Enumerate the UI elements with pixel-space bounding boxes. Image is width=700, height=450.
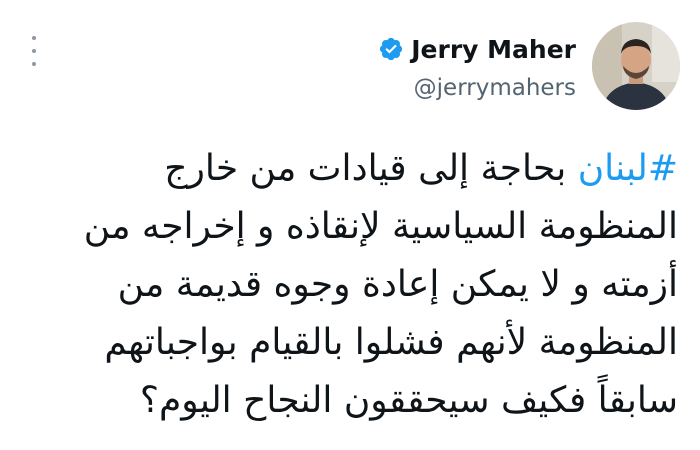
more-dot xyxy=(32,49,36,53)
tweet-line-2: المنظومة السياسية لإنقاذه و إخراجه من xyxy=(83,206,678,247)
more-dot xyxy=(32,62,36,66)
hashtag-link[interactable]: #لبنان xyxy=(578,148,678,189)
avatar[interactable] xyxy=(592,22,680,110)
more-dot xyxy=(32,36,36,40)
tweet-text: #لبنان بحاجة إلى قيادات من خارج المنظومة… xyxy=(78,140,678,430)
tweet-line-1: #لبنان بحاجة إلى قيادات من خارج xyxy=(78,140,678,198)
tweet-line-3: أزمته و لا يمكن إعادة وجوه قديمة من xyxy=(117,264,678,305)
author-info: Jerry Maher @jerrymahers xyxy=(378,31,576,101)
profile-photo-icon xyxy=(592,22,680,110)
tweet-line-text: بحاجة إلى قيادات من خارج xyxy=(164,148,578,189)
tweet-line-5: سابقاً فكيف سيحققون النجاح اليوم؟ xyxy=(139,380,678,421)
verified-badge-icon xyxy=(380,37,403,61)
author-handle[interactable]: @jerrymahers xyxy=(414,75,576,101)
tweet-line-4: المنظومة لأنهم فشلوا بالقيام بواجباتهم xyxy=(104,322,678,363)
more-options-icon[interactable] xyxy=(24,36,44,66)
author-display-name[interactable]: Jerry Maher xyxy=(411,35,576,64)
author-name-row: Jerry Maher xyxy=(378,31,576,67)
tweet-header: Jerry Maher @jerrymahers xyxy=(378,22,680,110)
